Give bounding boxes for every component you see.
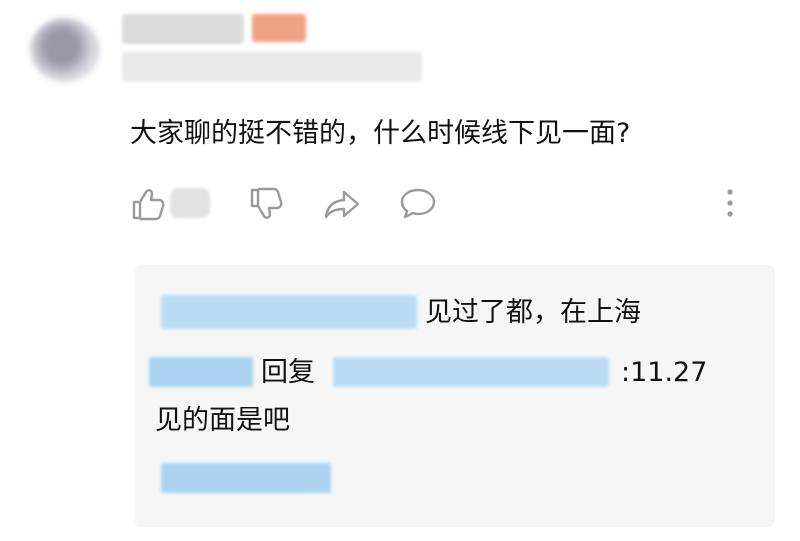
speech-bubble-icon	[400, 188, 436, 219]
reply-button[interactable]	[394, 180, 442, 228]
user-badge-redacted	[252, 14, 306, 42]
share-arrow-icon	[324, 190, 360, 219]
view-more-replies-redacted[interactable]	[161, 463, 331, 493]
more-options-button[interactable]	[706, 180, 754, 228]
thumbs-down-icon	[250, 187, 283, 219]
thumbs-up-icon	[132, 189, 165, 221]
like-count-redacted	[170, 188, 210, 218]
comment-meta-redacted	[122, 52, 422, 82]
reply-to-label: 回复	[261, 357, 315, 388]
comment-text: 大家聊的挺不错的，什么时候线下见一面?	[130, 118, 631, 149]
reply-text: :11.27	[621, 357, 708, 388]
reply-text-continued: 见的面是吧	[155, 405, 290, 436]
reply-username-redacted[interactable]	[149, 357, 253, 387]
username-redacted[interactable]	[122, 14, 244, 44]
replies-panel: 见过了都，在上海 回复 :11.27 见的面是吧	[135, 265, 775, 527]
reply-text: 见过了都，在上海	[425, 297, 641, 328]
like-button[interactable]	[124, 180, 172, 228]
share-button[interactable]	[318, 180, 366, 228]
dislike-button[interactable]	[242, 180, 290, 228]
vertical-ellipsis-icon	[727, 189, 733, 217]
reply-username-redacted[interactable]	[161, 295, 417, 329]
reply-target-redacted[interactable]	[333, 357, 609, 387]
avatar[interactable]	[30, 18, 100, 82]
